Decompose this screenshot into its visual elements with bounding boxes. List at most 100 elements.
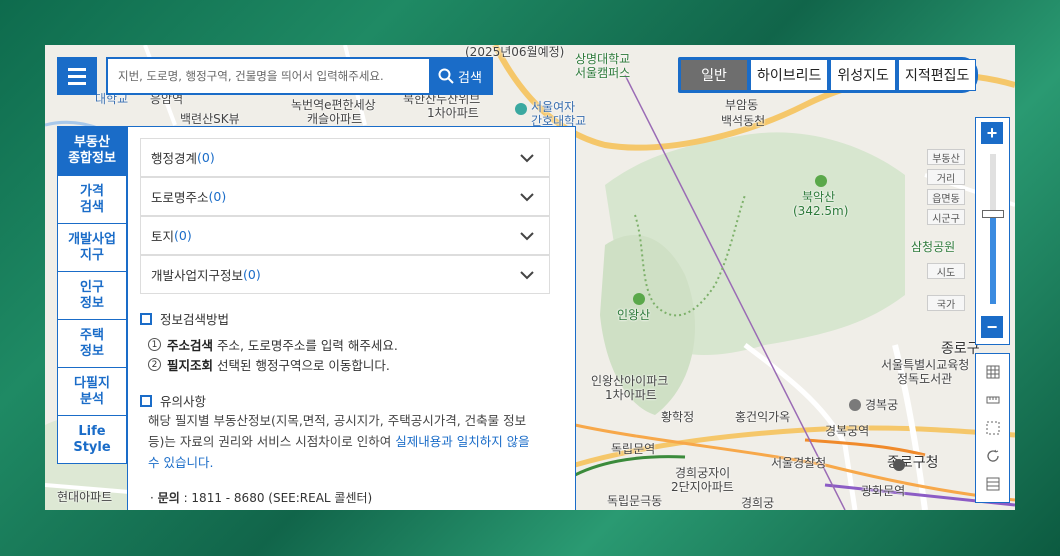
- accordion-admin-boundary[interactable]: 행정경계 (0): [140, 138, 550, 177]
- accordion-development-district[interactable]: 개발사업지구정보 (0): [140, 255, 550, 294]
- guide-item: 1 주소검색 주소, 도로명주소를 입력 해주세요.: [148, 335, 398, 354]
- map-type-switcher: 일반 하이브리드 위성지도 지적편집도: [678, 57, 979, 93]
- accordion-count: (0): [208, 189, 227, 204]
- side-tabs: 부동산 종합정보 가격 검색 개발사업 지구 인구 정보 주택 정보 다필지 분…: [57, 126, 127, 464]
- notice-section-title: 유의사항: [140, 391, 206, 410]
- accordion-label: 도로명주소: [151, 190, 209, 205]
- map-label: 황학정: [661, 410, 695, 424]
- chevron-down-icon: [520, 232, 534, 241]
- tab-development-district[interactable]: 개발사업 지구: [57, 224, 127, 272]
- map-type-hybrid[interactable]: 하이브리드: [750, 59, 829, 91]
- map-label: 현대아파트: [57, 490, 113, 504]
- notice-title: 유의사항: [160, 394, 207, 409]
- accordion-count: (0): [197, 150, 215, 165]
- contact-info: · 문의 : 1811 - 8680 (SEE:REAL 콜센터): [150, 489, 372, 506]
- map-label: 인왕산아이파크: [591, 374, 669, 388]
- guide-item-text: 선택된 행정구역으로 이동합니다.: [213, 358, 390, 373]
- map-label: (342.5m): [793, 204, 849, 218]
- select-area-tool[interactable]: [985, 420, 1001, 436]
- zoom-fill: [990, 214, 996, 304]
- accordion-count: (0): [243, 267, 261, 282]
- school-icon: [515, 103, 527, 115]
- hamburger-icon: [68, 67, 86, 71]
- map-label: 정독도서관: [897, 372, 953, 386]
- refresh-icon: [987, 449, 999, 462]
- guide-item-text: 주소, 도로명주소를 입력 해주세요.: [213, 338, 398, 353]
- guide-title: 정보검색방법: [160, 312, 230, 327]
- minus-icon: −: [986, 316, 998, 337]
- grid-icon: [986, 365, 1000, 379]
- mountain-icon: [633, 293, 645, 305]
- search-input[interactable]: [108, 59, 429, 93]
- tab-multi-parcel-analysis[interactable]: 다필지 분석: [57, 368, 127, 416]
- map-type-general[interactable]: 일반: [680, 59, 748, 91]
- zoom-out-button[interactable]: −: [981, 316, 1003, 338]
- zoom-level-province[interactable]: 시도: [927, 263, 965, 279]
- tab-price-search[interactable]: 가격 검색: [57, 176, 127, 224]
- map-label: 백련산SK뷰: [180, 112, 240, 126]
- refresh-tool[interactable]: [985, 448, 1001, 464]
- map-label: 백석동천: [721, 114, 766, 128]
- tab-real-estate-info[interactable]: 부동산 종합정보: [57, 126, 127, 176]
- map-label: 종로구: [941, 341, 980, 357]
- search-button[interactable]: 검색: [429, 59, 491, 93]
- zoom-handle[interactable]: [982, 210, 1004, 218]
- chevron-down-icon: [520, 193, 534, 202]
- zoom-control: + −: [975, 117, 1010, 345]
- chevron-down-icon: [520, 154, 534, 163]
- contact-label: 문의: [157, 491, 180, 505]
- ruler-icon: [986, 396, 1000, 404]
- map-tools: [975, 353, 1010, 503]
- accordion-count: (0): [174, 228, 192, 243]
- guide-item-bold: 주소검색: [167, 338, 214, 353]
- tab-life-style[interactable]: Life Style: [57, 416, 127, 464]
- hamburger-icon: [68, 74, 86, 78]
- map-label: 서울여자: [531, 100, 576, 114]
- zoom-level-town[interactable]: 읍면동: [927, 189, 965, 205]
- map-label: 녹번역e편한세상: [291, 98, 376, 112]
- map-label: 부암동: [725, 98, 759, 112]
- map-label: 경복궁: [865, 398, 899, 412]
- mountain-icon: [815, 175, 827, 187]
- zoom-level-country[interactable]: 국가: [927, 295, 965, 311]
- zoom-in-button[interactable]: +: [981, 122, 1003, 144]
- ruler-tool[interactable]: [985, 392, 1001, 408]
- zoom-level-real-estate[interactable]: 부동산: [927, 149, 965, 165]
- guide-item-bold: 필지조회: [167, 358, 214, 373]
- map-label: 인왕산: [617, 308, 651, 322]
- menu-button[interactable]: [57, 57, 97, 95]
- map-type-cadastral[interactable]: 지적편집도: [897, 59, 977, 91]
- accordion-label: 토지: [151, 229, 175, 244]
- zoom-level-district[interactable]: 시군구: [927, 209, 965, 225]
- map-label: 삼청공원: [911, 240, 956, 254]
- tab-housing-info[interactable]: 주택 정보: [57, 320, 127, 368]
- map-type-satellite[interactable]: 위성지도: [830, 59, 896, 91]
- dashed-square-icon: [986, 421, 1000, 435]
- info-panel: 행정경계 (0) 도로명주소 (0) 토지 (0) 개발사업지구정보 (0) 정보검색방…: [127, 126, 576, 510]
- map-label: 캐슬아파트: [307, 112, 363, 126]
- accordion-label: 행정경계: [151, 151, 198, 166]
- accordion-land[interactable]: 토지 (0): [140, 216, 550, 255]
- accordion-road-address[interactable]: 도로명주소 (0): [140, 177, 550, 216]
- map-label: 북악산: [802, 190, 836, 204]
- notice-text: 해당 필지별 부동산정보(지목,면적, 공시지가, 주택공시가격, 건축물 정보…: [148, 410, 543, 473]
- map-label: 홍건익가옥: [735, 410, 791, 424]
- map-label: 상명대학교: [575, 52, 631, 66]
- map-label: 서울캠퍼스: [575, 66, 631, 80]
- map-label: 1차아파트: [605, 388, 657, 402]
- area-measure-tool[interactable]: [985, 364, 1001, 380]
- search-button-label: 검색: [458, 70, 482, 86]
- map-label: 독립문역: [611, 442, 656, 456]
- map-label: 경복궁역: [825, 424, 870, 438]
- contact-text: : 1811 - 8680 (SEE:REAL 콜센터): [179, 491, 373, 505]
- layers-tool[interactable]: [985, 476, 1001, 492]
- bullet-dot-icon: ·: [150, 491, 154, 505]
- tab-population-info[interactable]: 인구 정보: [57, 272, 127, 320]
- search-bar: 검색: [106, 57, 493, 95]
- government-icon: [893, 459, 905, 471]
- map-label: 1차아파트: [427, 106, 479, 120]
- zoom-level-street[interactable]: 거리: [927, 169, 965, 185]
- map-label: 광화문역: [861, 484, 906, 498]
- accordion-label: 개발사업지구정보: [151, 268, 244, 283]
- map-label: 서울경찰청: [771, 456, 827, 470]
